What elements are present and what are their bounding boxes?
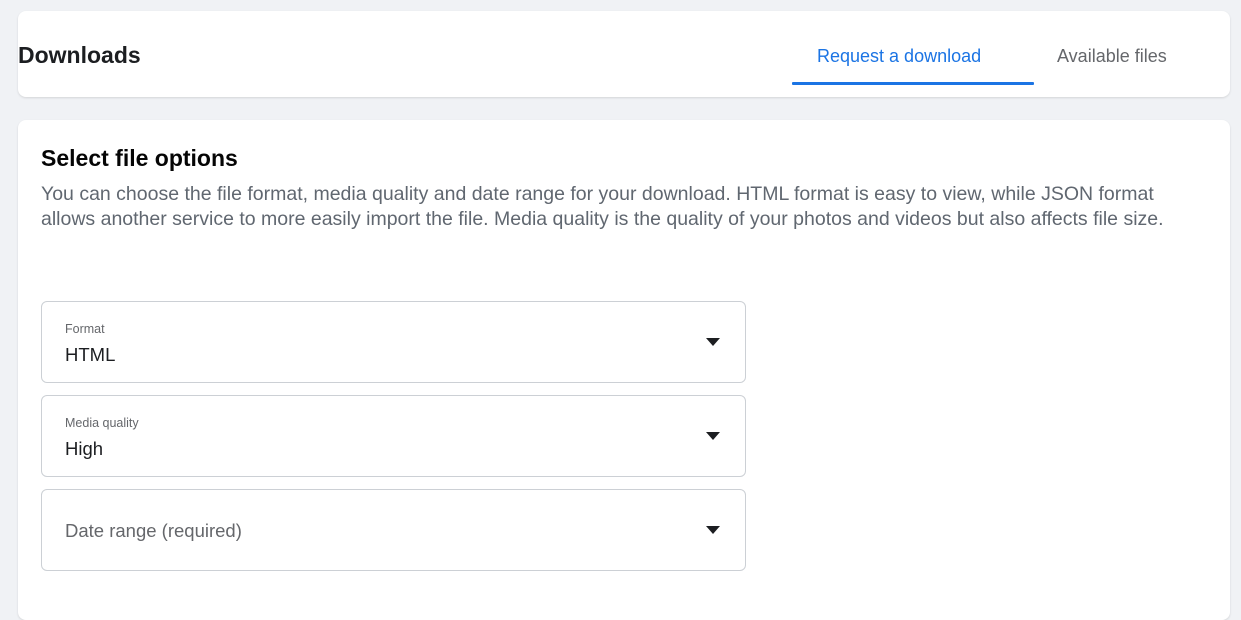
media-quality-select[interactable]: Media quality High <box>41 395 746 477</box>
date-range-placeholder: Date range (required) <box>65 520 242 541</box>
date-range-select[interactable]: Date range (required) <box>41 489 746 571</box>
section-title: Select file options <box>41 145 238 171</box>
media-quality-label: Media quality <box>65 416 139 430</box>
media-quality-value: High <box>65 438 104 459</box>
page-title: Downloads <box>18 42 141 68</box>
format-select[interactable]: Format HTML <box>41 301 746 383</box>
tab-available-files[interactable]: Available files <box>1057 46 1167 67</box>
active-tab-indicator <box>792 82 1034 85</box>
caret-down-icon <box>706 432 720 440</box>
format-label: Format <box>65 322 105 336</box>
format-value: HTML <box>65 344 116 365</box>
tab-request-download[interactable]: Request a download <box>817 46 981 67</box>
section-description: You can choose the file format, media qu… <box>41 183 1164 230</box>
caret-down-icon <box>706 338 720 346</box>
caret-down-icon <box>706 526 720 534</box>
downloads-header <box>18 11 1230 97</box>
